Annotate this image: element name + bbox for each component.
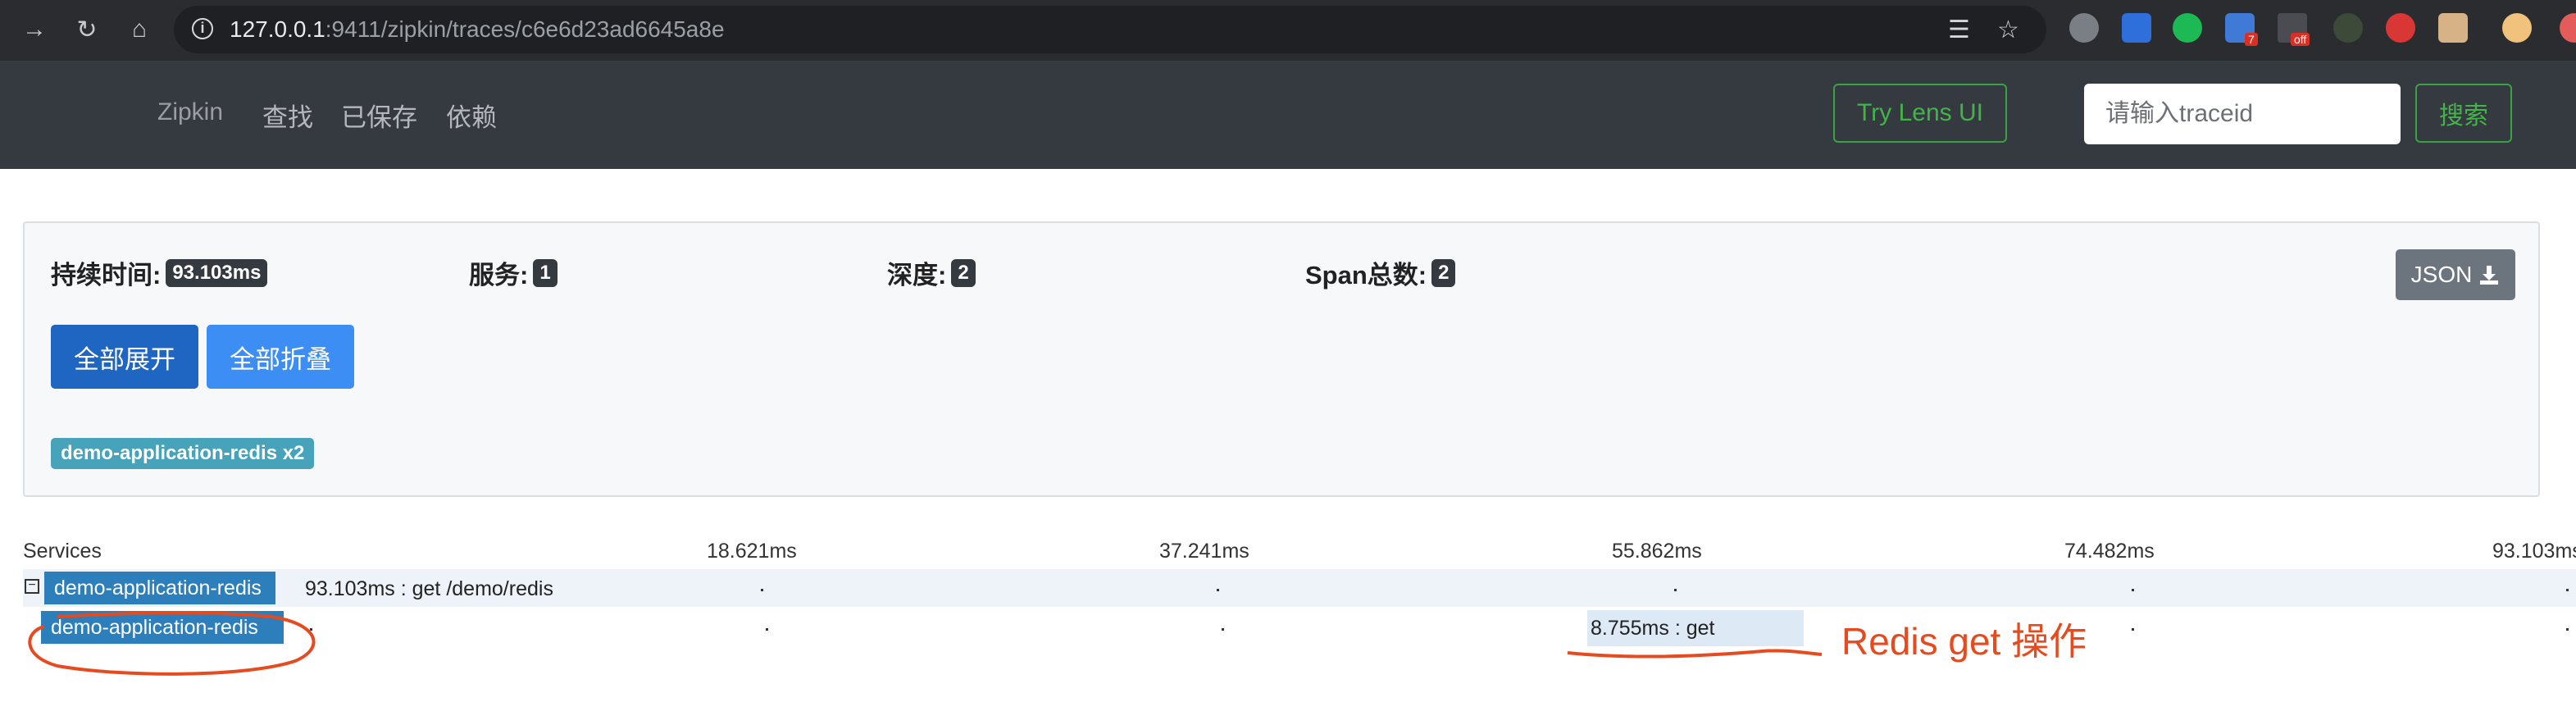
annotation-text: Redis get 操作 — [1841, 620, 2087, 663]
circle-annotation — [28, 611, 316, 676]
underline-annotation — [1567, 649, 1823, 659]
annotation-marks — [28, 611, 1823, 676]
